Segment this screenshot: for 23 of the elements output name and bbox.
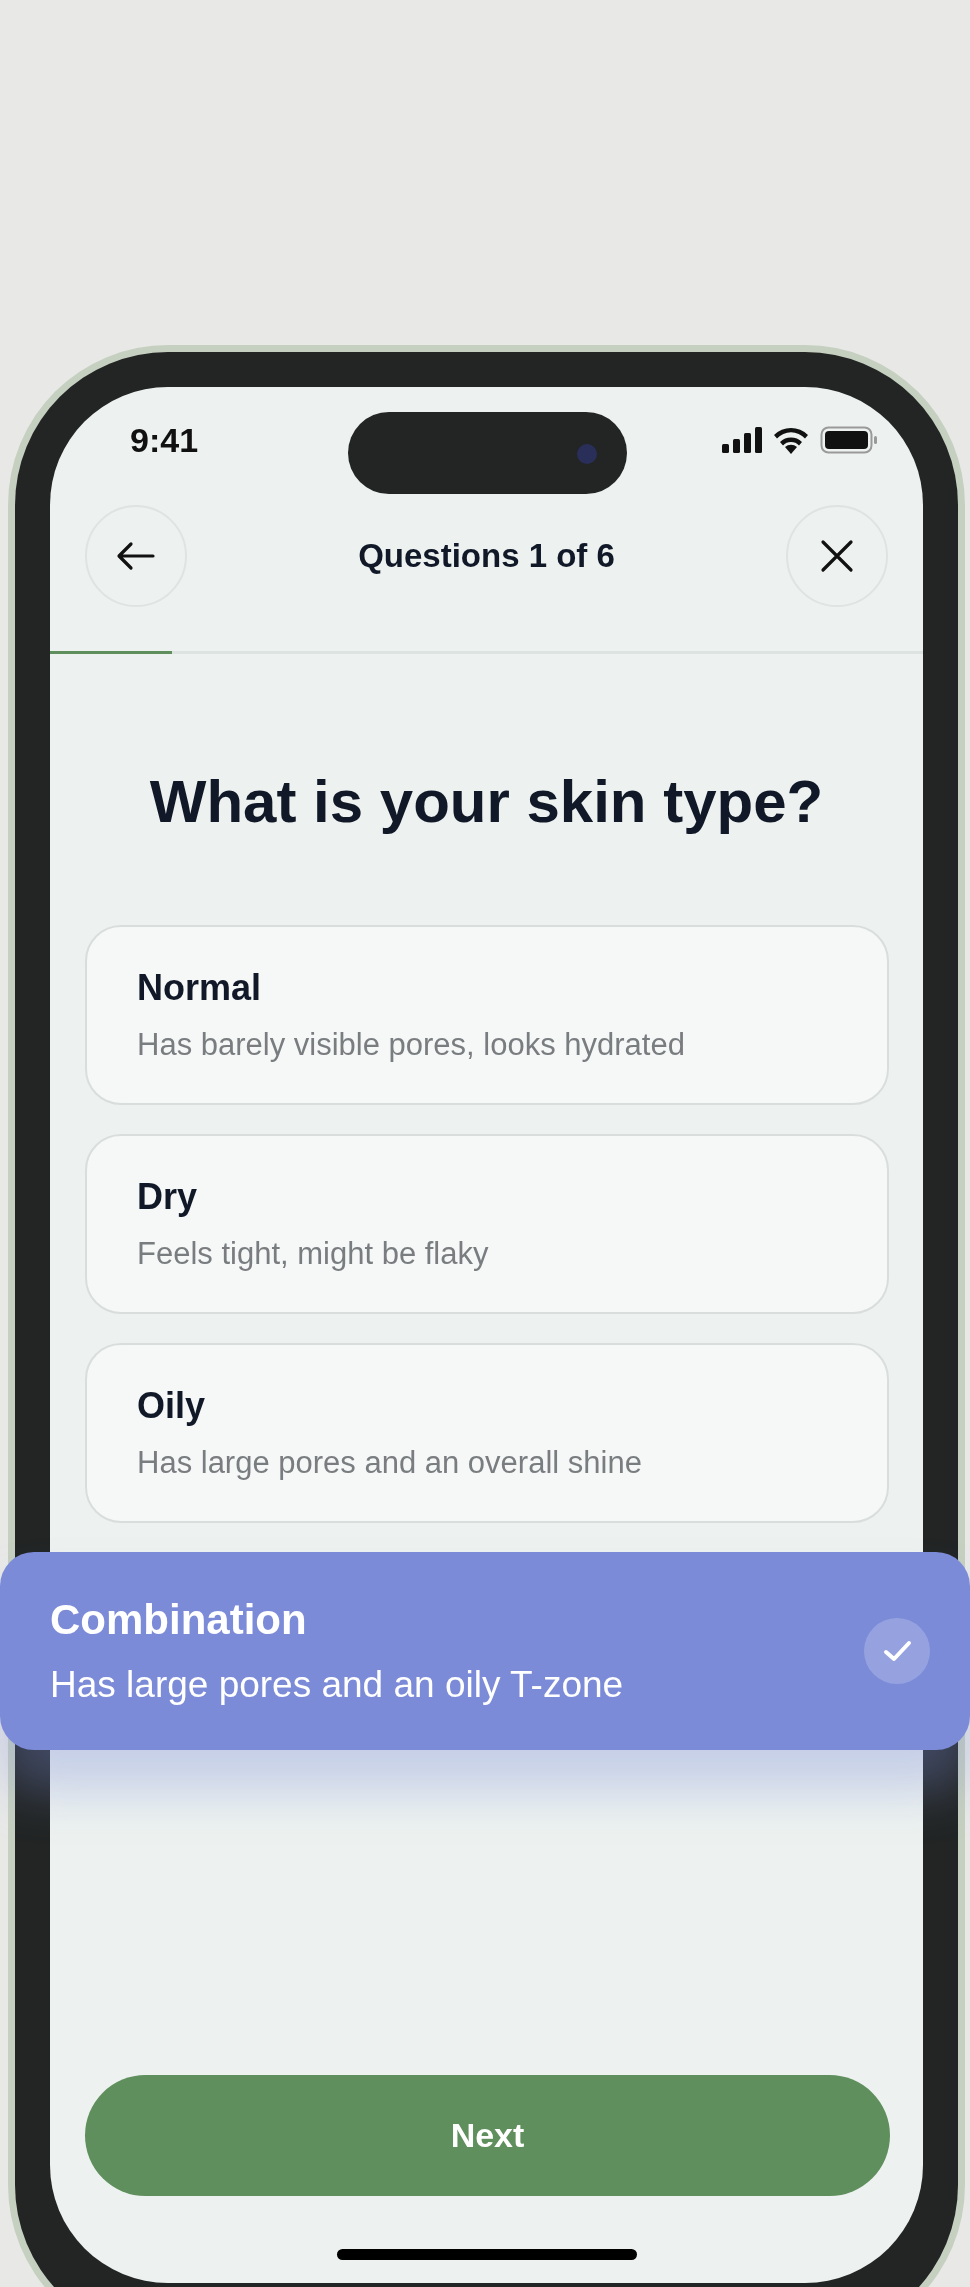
- signal-icon: [722, 427, 762, 453]
- close-button[interactable]: [786, 505, 888, 607]
- option-card[interactable]: Normal Has barely visible pores, looks hydrated: [85, 925, 889, 1105]
- option-card[interactable]: Dry Feels tight, might be flaky: [85, 1134, 889, 1314]
- checkmark-icon: [864, 1618, 930, 1684]
- option-title: Dry: [137, 1176, 199, 1218]
- wifi-icon: [772, 426, 810, 454]
- question-heading: What is your skin type?: [148, 769, 825, 835]
- battery-icon: [820, 426, 878, 454]
- option-title: Oily: [137, 1385, 207, 1427]
- option-title: Normal: [137, 967, 263, 1009]
- option-description: Has large pores and an overall shine: [137, 1445, 642, 1481]
- screen-title: Questions 1 of 6: [358, 537, 615, 575]
- back-button[interactable]: [85, 505, 187, 607]
- option-description: Has large pores and an oily T-zone: [50, 1664, 624, 1706]
- left-arrow-icon: [116, 541, 156, 571]
- next-button[interactable]: Next: [85, 2075, 890, 2196]
- option-description: Has barely visible pores, looks hydrated: [137, 1027, 685, 1063]
- option-title: Combination: [50, 1596, 308, 1644]
- close-icon: [820, 539, 854, 573]
- option-description: Feels tight, might be flaky: [137, 1236, 489, 1272]
- status-time: 9:41: [130, 420, 199, 460]
- option-card[interactable]: Oily Has large pores and an overall shine: [85, 1343, 889, 1523]
